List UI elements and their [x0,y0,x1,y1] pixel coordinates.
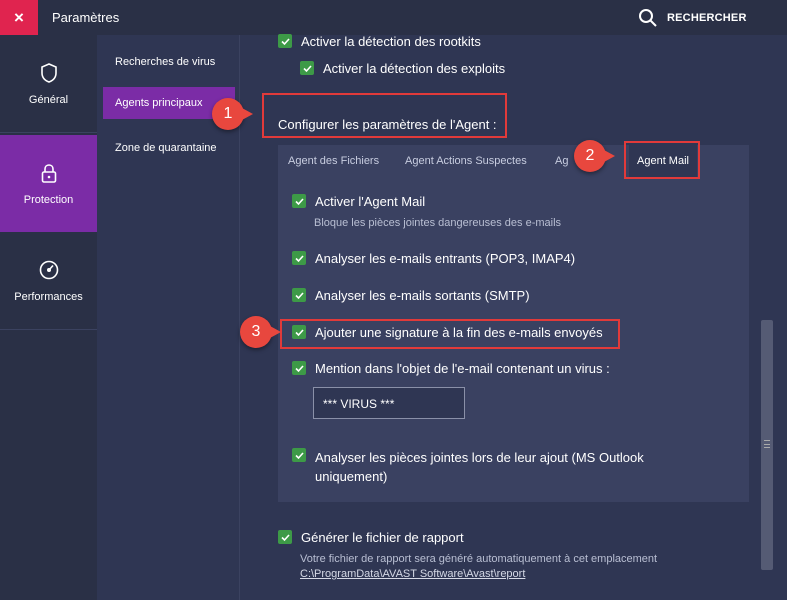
exploits-checkbox[interactable] [300,61,314,75]
report-label: Générer le fichier de rapport [301,530,464,545]
report-option[interactable]: Générer le fichier de rapport [278,530,464,546]
tab-truncated[interactable]: Ag [555,145,568,177]
report-checkbox[interactable] [278,530,292,544]
subject-tag-checkbox[interactable] [292,361,306,375]
search-button[interactable]: RECHERCHER [638,8,747,28]
checkmark-icon [294,197,304,205]
rootkits-label: Activer la détection des rootkits [301,34,481,49]
lock-icon [41,163,56,183]
incoming-mail-checkbox[interactable] [292,251,306,265]
rootkits-option[interactable]: Activer la détection des rootkits [278,34,481,50]
outgoing-mail-option[interactable]: Analyser les e-mails sortants (SMTP) [292,288,530,304]
checkmark-icon [280,37,290,45]
report-description: Votre fichier de rapport sera généré aut… [300,553,658,565]
nav-divider [0,132,97,133]
search-label: RECHERCHER [667,12,747,24]
highlight-mail-tab [624,141,700,179]
attachments-option[interactable]: Analyser les pièces jointes lors de leur… [292,448,652,486]
checkmark-icon [294,364,304,372]
incoming-mail-label: Analyser les e-mails entrants (POP3, IMA… [315,251,576,266]
enable-mail-checkbox[interactable] [292,194,306,208]
enable-mail-option[interactable]: Activer l'Agent Mail [292,194,425,210]
outgoing-mail-label: Analyser les e-mails sortants (SMTP) [315,288,530,303]
subject-tag-option[interactable]: Mention dans l'objet de l'e-mail contena… [292,361,610,377]
rootkits-checkbox[interactable] [278,34,292,48]
checkmark-icon [294,254,304,262]
tab-behavior-shield[interactable]: Agent Actions Suspectes [405,145,527,177]
highlight-configure-agent [262,93,507,138]
scrollbar-grip [764,440,770,448]
nav-item-protection[interactable]: Protection [0,135,97,232]
shield-icon [40,62,57,83]
checkmark-icon [302,64,312,72]
content-scrollbar[interactable] [761,320,773,570]
speedometer-icon [39,260,58,279]
title-bar: × Paramètres RECHERCHER [0,0,787,35]
subject-tag-input[interactable]: *** VIRUS *** [313,387,465,419]
subject-tag-label: Mention dans l'objet de l'e-mail contena… [315,361,610,376]
main-nav: Général Protection Performances [0,35,97,600]
incoming-mail-option[interactable]: Analyser les e-mails entrants (POP3, IMA… [292,251,575,267]
exploits-label: Activer la détection des exploits [323,61,506,76]
attachments-label: Analyser les pièces jointes lors de leur… [315,450,644,484]
checkmark-icon [294,451,304,459]
annotation-badge-2: 2 [574,140,615,172]
annotation-badge-1: 1 [212,98,253,130]
report-path-link[interactable]: C:\ProgramData\AVAST Software\Avast\repo… [300,568,525,580]
nav-item-label: Performances [14,290,83,303]
window-title: Paramètres [52,10,120,25]
nav-item-label: Protection [23,193,74,206]
nav-item-performances[interactable]: Performances [0,232,97,329]
nav-divider [0,329,97,330]
tab-file-shield[interactable]: Agent des Fichiers [288,145,379,177]
annotation-badge-3: 3 [240,316,281,348]
checkmark-icon [280,533,290,541]
highlight-signature-option [280,319,620,349]
subnav-item-virus-scans[interactable]: Recherches de virus [103,46,235,78]
nav-item-general[interactable]: Général [0,35,97,132]
subnav-item-quarantine[interactable]: Zone de quarantaine [103,132,235,164]
enable-mail-description: Bloque les pièces jointes dangereuses de… [314,217,562,229]
checkmark-icon [294,291,304,299]
search-icon [639,9,657,27]
outgoing-mail-checkbox[interactable] [292,288,306,302]
attachments-checkbox[interactable] [292,448,306,462]
exploits-option[interactable]: Activer la détection des exploits [300,61,505,77]
nav-item-label: Général [28,93,69,106]
enable-mail-label: Activer l'Agent Mail [315,194,426,209]
close-button[interactable]: × [0,0,38,35]
